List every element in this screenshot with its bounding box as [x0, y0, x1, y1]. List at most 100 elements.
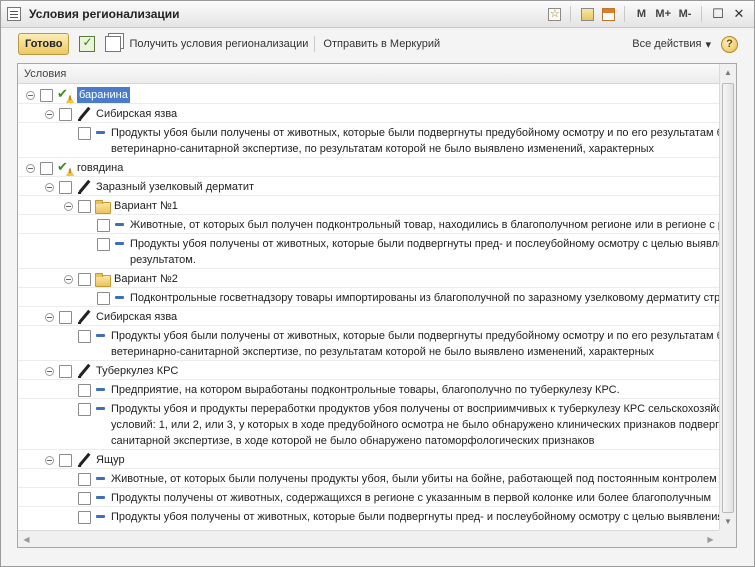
- row-checkbox[interactable]: [97, 219, 110, 232]
- tree-row[interactable]: Вариант №2: [18, 269, 719, 288]
- row-checkbox[interactable]: [40, 89, 53, 102]
- row-checkbox[interactable]: [59, 181, 72, 194]
- copy-icon[interactable]: [105, 36, 122, 52]
- tree-row[interactable]: Продукты получены от животных, содержащи…: [18, 488, 719, 507]
- tree-row[interactable]: Продукты убоя получены от животных, кото…: [18, 507, 719, 530]
- row-checkbox[interactable]: [59, 365, 72, 378]
- row-checkbox[interactable]: [78, 384, 91, 397]
- row-checkbox[interactable]: [97, 238, 110, 251]
- collapse-icon[interactable]: [45, 313, 54, 322]
- tree-row-text: Предприятие, на котором выработаны подко…: [111, 384, 620, 396]
- collapse-icon[interactable]: [26, 164, 35, 173]
- tree-row-text: говядина: [77, 162, 124, 174]
- tree-row-text: Продукты убоя и продукты переработки про…: [111, 403, 719, 447]
- condition-item-icon: [95, 383, 107, 397]
- condition-item-icon: [95, 329, 107, 343]
- send-to-mercury-button[interactable]: Отправить в Меркурий: [323, 38, 440, 50]
- tree-row[interactable]: Подконтрольные госветнадзору товары импо…: [18, 288, 719, 307]
- vertical-scrollbar[interactable]: ▲ ▼: [719, 64, 736, 530]
- conditions-tree-panel: Условия баранина Сибирская язва Продукты у…: [17, 63, 737, 548]
- title-separator: [701, 6, 702, 22]
- tree-row-text: Продукты убоя были получены от животных,…: [111, 127, 719, 155]
- help-icon[interactable]: ?: [721, 35, 738, 53]
- pencil-icon: [76, 180, 92, 194]
- tree-row[interactable]: Предприятие, на котором выработаны подко…: [18, 380, 719, 399]
- tree-row[interactable]: Заразный узелковый дерматит: [18, 177, 719, 196]
- row-checkbox[interactable]: [78, 200, 91, 213]
- calendar-button[interactable]: [599, 5, 617, 23]
- calculator-button[interactable]: [578, 5, 596, 23]
- condition-item-icon: [95, 472, 107, 486]
- all-actions-menu[interactable]: Все действия ▾: [632, 38, 711, 51]
- tree-row[interactable]: баранина: [18, 85, 719, 104]
- row-checkbox[interactable]: [78, 403, 91, 416]
- horizontal-scrollbar[interactable]: ◀ ▶: [18, 530, 736, 547]
- close-button[interactable]: ✕: [730, 5, 748, 23]
- maximize-button[interactable]: ☐: [709, 5, 727, 23]
- condition-item-icon: [95, 510, 107, 524]
- row-checkbox[interactable]: [59, 454, 72, 467]
- tree-row-text: Продукты получены от животных, содержащи…: [111, 492, 712, 504]
- collapse-icon[interactable]: [64, 202, 73, 211]
- collapse-icon[interactable]: [45, 367, 54, 376]
- tree-row[interactable]: Животные, от которых были получены проду…: [18, 469, 719, 488]
- condition-item-icon: [114, 237, 126, 251]
- status-check-warning-icon: [57, 86, 73, 102]
- tree-row[interactable]: Продукты убоя были получены от животных,…: [18, 326, 719, 361]
- scroll-up-icon[interactable]: ▲: [720, 64, 736, 81]
- row-checkbox[interactable]: [40, 162, 53, 175]
- tree-row[interactable]: Вариант №1: [18, 196, 719, 215]
- tree-row-text: Продукты убоя были получены от животных,…: [111, 330, 719, 358]
- collapse-icon[interactable]: [26, 91, 35, 100]
- command-bar: Готово Получить условия регионализации О…: [1, 28, 754, 60]
- condition-item-icon: [114, 218, 126, 232]
- row-checkbox[interactable]: [78, 330, 91, 343]
- scroll-thumb[interactable]: [722, 83, 734, 513]
- calculator-icon: [580, 7, 594, 21]
- row-checkbox[interactable]: [78, 511, 91, 524]
- collapse-icon[interactable]: [45, 110, 54, 119]
- document-icon: [7, 7, 21, 21]
- memory-plus-button[interactable]: M+: [653, 5, 673, 23]
- memory-button[interactable]: M: [632, 5, 650, 23]
- scroll-right-icon[interactable]: ▶: [702, 531, 719, 547]
- tree-row-text: баранина: [77, 87, 130, 103]
- tree-row[interactable]: Сибирская язва: [18, 307, 719, 326]
- tree-row[interactable]: Животные, от которых был получен подконт…: [18, 215, 719, 234]
- pencil-icon: [76, 107, 92, 121]
- favorites-button[interactable]: [545, 5, 563, 23]
- scroll-left-icon[interactable]: ◀: [18, 531, 35, 547]
- title-buttons: M M+ M- ☐ ✕: [545, 5, 748, 23]
- memory-minus-button[interactable]: M-: [676, 5, 694, 23]
- row-checkbox[interactable]: [78, 127, 91, 140]
- conditions-tree[interactable]: баранина Сибирская язва Продукты убоя были…: [18, 85, 719, 530]
- tree-row-text: Вариант №1: [114, 200, 178, 212]
- tree-row[interactable]: Продукты убоя и продукты переработки про…: [18, 399, 719, 450]
- column-header-conditions[interactable]: Условия: [18, 64, 719, 84]
- collapse-icon[interactable]: [45, 183, 54, 192]
- tree-row[interactable]: Сибирская язва: [18, 104, 719, 123]
- get-conditions-button[interactable]: Получить условия регионализации: [129, 38, 308, 50]
- collapse-icon[interactable]: [64, 275, 73, 284]
- check-all-icon[interactable]: [79, 35, 96, 52]
- folder-icon: [95, 199, 111, 214]
- folder-icon: [95, 272, 111, 287]
- row-checkbox[interactable]: [78, 273, 91, 286]
- row-checkbox[interactable]: [97, 292, 110, 305]
- tree-row[interactable]: Продукты убоя получены от животных, кото…: [18, 234, 719, 269]
- star-icon: [547, 7, 561, 21]
- ready-button[interactable]: Готово: [18, 33, 70, 55]
- tree-row[interactable]: Продукты убоя были получены от животных,…: [18, 123, 719, 158]
- row-checkbox[interactable]: [78, 473, 91, 486]
- tree-row[interactable]: говядина: [18, 158, 719, 177]
- condition-item-icon: [95, 402, 107, 416]
- row-checkbox[interactable]: [78, 492, 91, 505]
- tree-row[interactable]: Туберкулез КРС: [18, 361, 719, 380]
- row-checkbox[interactable]: [59, 311, 72, 324]
- tree-row-text: Сибирская язва: [96, 311, 178, 323]
- collapse-icon[interactable]: [45, 456, 54, 465]
- row-checkbox[interactable]: [59, 108, 72, 121]
- scroll-down-icon[interactable]: ▼: [720, 513, 736, 530]
- tree-row[interactable]: Ящур: [18, 450, 719, 469]
- scrollbar-corner: [719, 530, 736, 547]
